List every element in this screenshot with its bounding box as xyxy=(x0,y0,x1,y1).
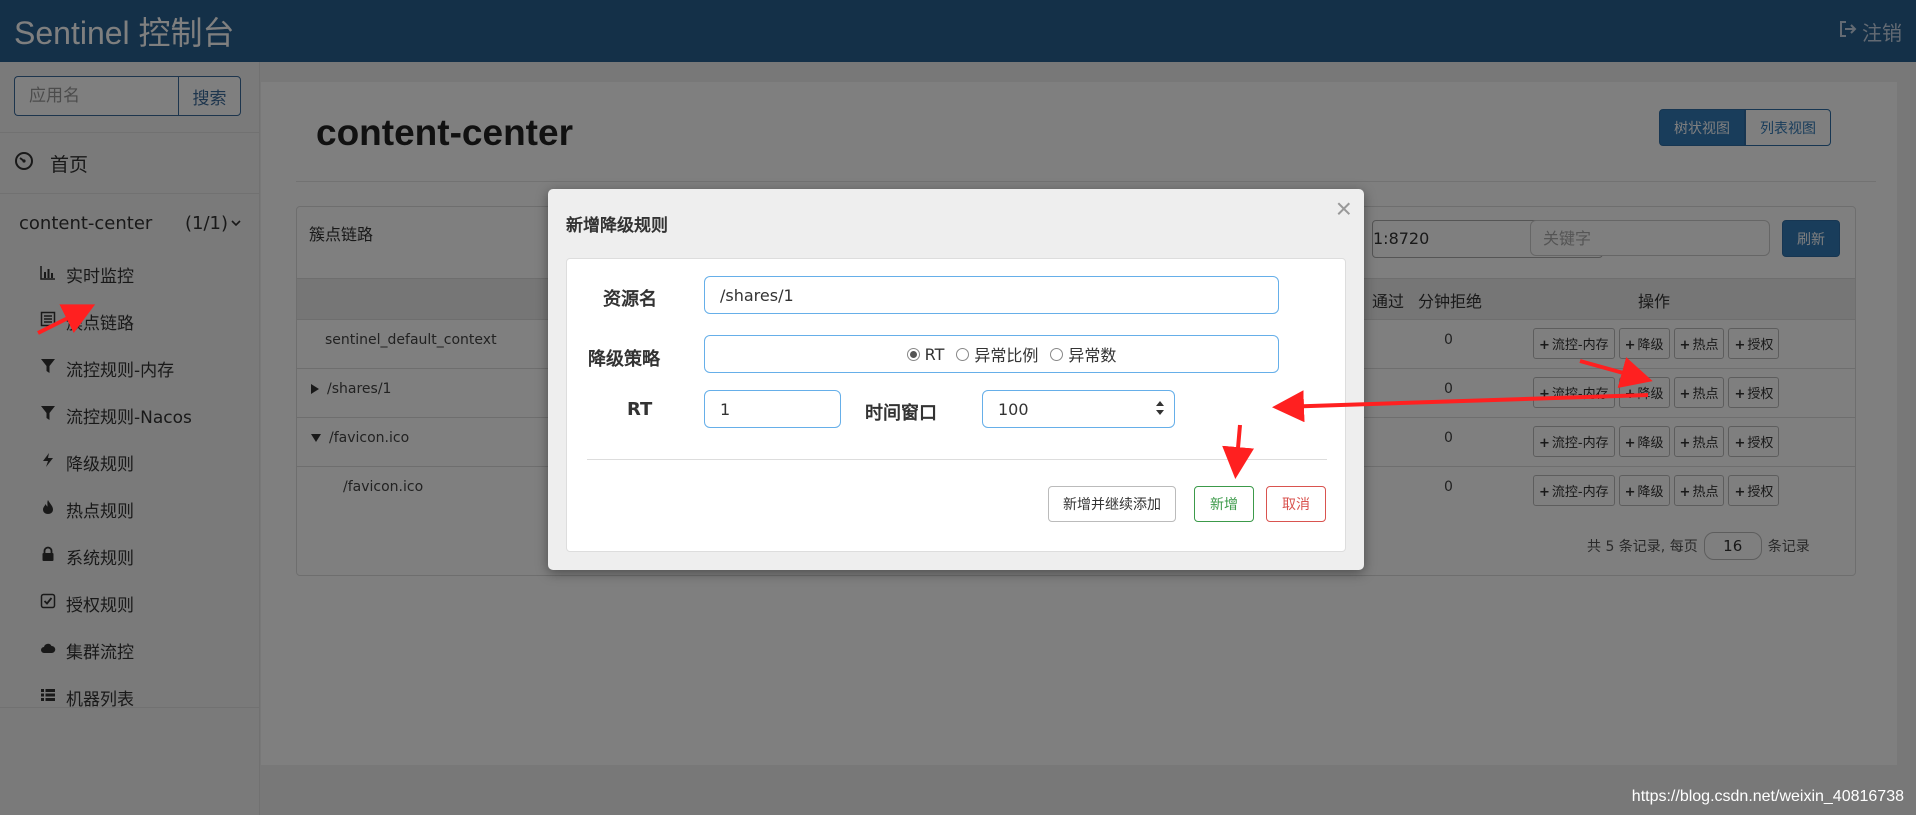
resource-name-input[interactable] xyxy=(704,276,1279,314)
strategy-radio-group: RT 异常比例 异常数 xyxy=(704,335,1279,373)
add-and-continue-button[interactable]: 新增并继续添加 xyxy=(1048,486,1176,522)
form-divider xyxy=(587,459,1327,460)
rule-form: 资源名 降级策略 RT 异常比例 异常数 RT 时间窗口 新增并继续添加 新增 … xyxy=(566,258,1346,552)
rt-input[interactable] xyxy=(704,390,841,428)
time-window-field xyxy=(982,390,1175,428)
strategy-radio-exception-ratio[interactable]: 异常比例 xyxy=(956,342,1038,366)
radio-empty-icon xyxy=(1050,347,1064,361)
time-window-label: 时间窗口 xyxy=(865,403,937,424)
add-degrade-rule-dialog: 新增降级规则 × 资源名 降级策略 RT 异常比例 异常数 RT 时间窗口 新增… xyxy=(548,189,1364,570)
close-icon[interactable]: × xyxy=(1336,195,1352,223)
rt-label: RT xyxy=(627,399,653,420)
watermark: https://blog.csdn.net/weixin_40816738 xyxy=(1631,788,1904,805)
add-button[interactable]: 新增 xyxy=(1194,486,1254,522)
strategy-radio-rt[interactable]: RT xyxy=(906,345,944,364)
radio-selected-icon xyxy=(906,347,920,361)
radio-empty-icon xyxy=(956,347,970,361)
cancel-button[interactable]: 取消 xyxy=(1266,486,1326,522)
strategy-radio-exception-count[interactable]: 异常数 xyxy=(1050,342,1116,366)
dialog-title: 新增降级规则 xyxy=(566,216,668,236)
resource-label: 资源名 xyxy=(603,289,657,310)
spinner-icon[interactable] xyxy=(1155,399,1165,417)
strategy-label: 降级策略 xyxy=(588,349,660,370)
time-window-input[interactable] xyxy=(982,390,1175,428)
